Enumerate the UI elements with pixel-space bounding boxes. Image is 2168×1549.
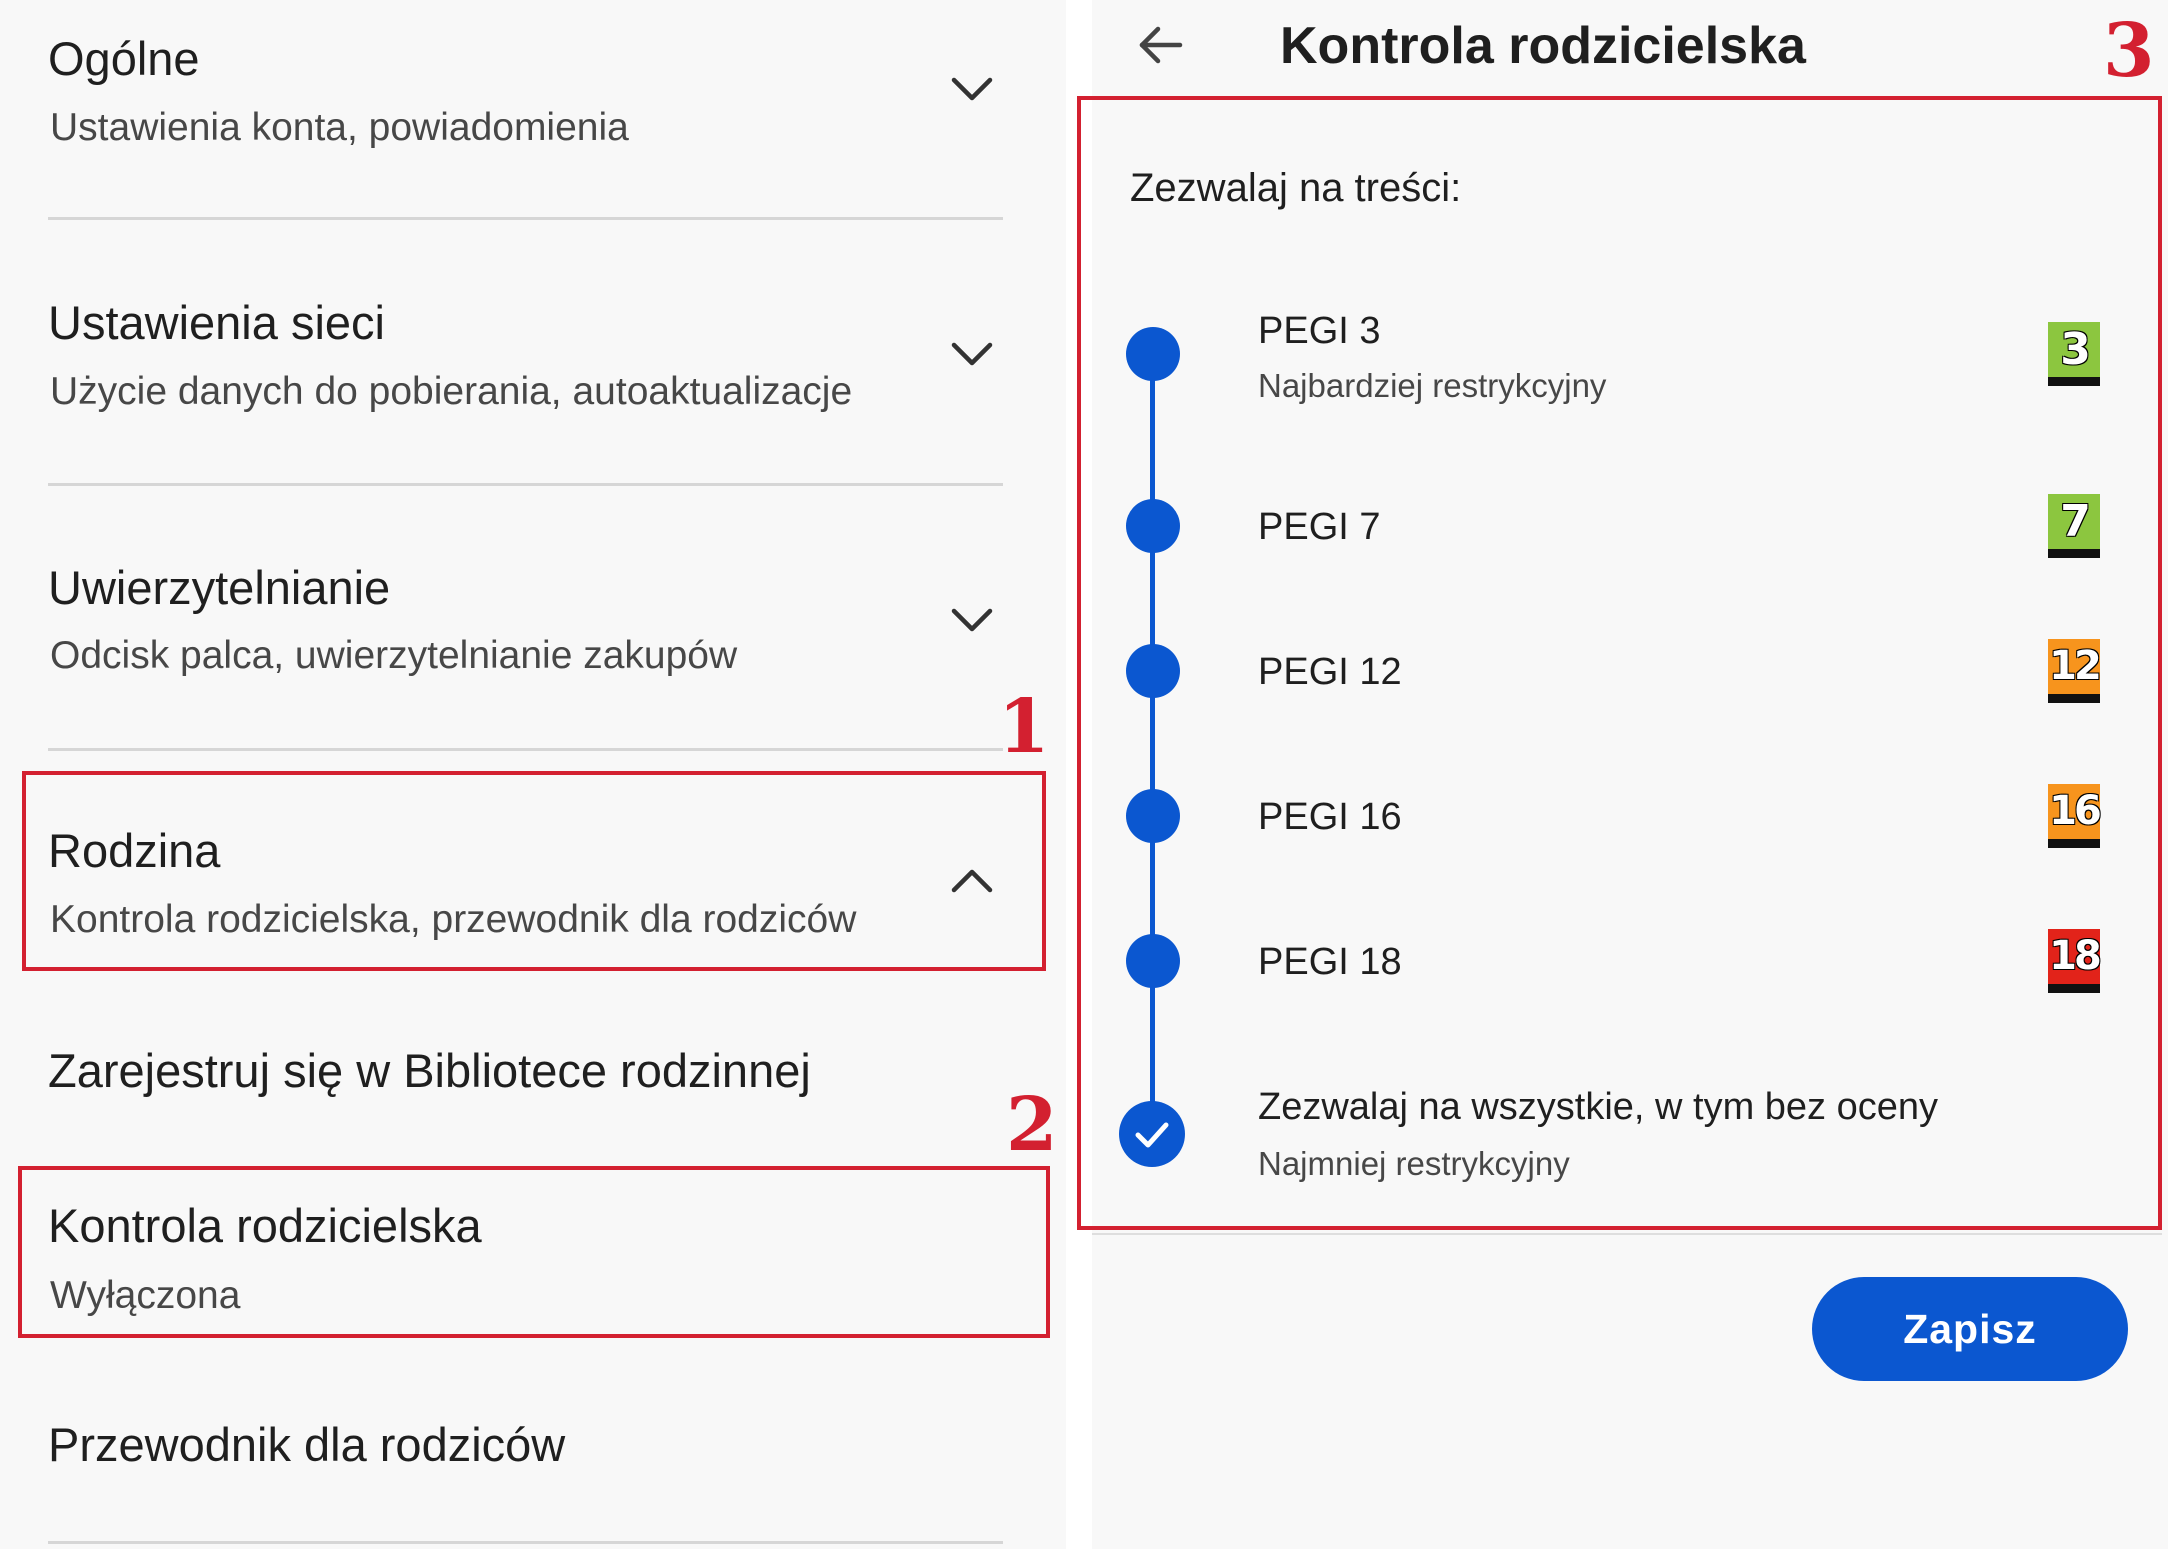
chevron-up-icon: [951, 869, 993, 893]
settings-item-subtitle: Ustawienia konta, powiadomienia: [50, 106, 629, 149]
settings-item-subtitle: Użycie danych do pobierania, autoaktuali…: [50, 370, 853, 413]
allow-content-label: Zezwalaj na treści:: [1130, 166, 1462, 210]
rating-option-subtitle: Najmniej restrykcyjny: [1258, 1145, 1570, 1182]
divider: [48, 748, 1003, 751]
rating-option-title: PEGI 16: [1258, 796, 1402, 838]
page-title: Kontrola rodzicielska: [1280, 17, 1806, 75]
rating-option-title: PEGI 18: [1258, 941, 1402, 983]
chevron-down-icon: [951, 342, 993, 366]
rating-slider-track[interactable]: [1150, 350, 1155, 1130]
settings-item-title: Ustawienia sieci: [48, 296, 385, 349]
rating-dot-pegi-16[interactable]: [1126, 789, 1180, 843]
parental-control-status: Wyłączona: [50, 1274, 241, 1317]
check-icon: [1135, 1122, 1169, 1148]
pegi-12-badge-icon: 12: [2048, 639, 2102, 703]
settings-item-title: Uwierzytelnianie: [48, 561, 391, 614]
rating-dot-pegi-3[interactable]: [1126, 327, 1180, 381]
save-button[interactable]: Zapisz: [1812, 1277, 2128, 1381]
rating-dot-pegi-18[interactable]: [1126, 934, 1180, 988]
divider: [48, 217, 1003, 220]
divider: [48, 1541, 1003, 1544]
chevron-down-icon: [951, 608, 993, 632]
rating-dot-allow-all[interactable]: [1119, 1101, 1185, 1167]
annotation-number-3: 3: [2103, 8, 2155, 94]
annotation-number-2: 2: [1006, 1082, 1058, 1168]
pegi-7-badge-icon: 7: [2048, 494, 2100, 558]
rating-option-title: PEGI 3: [1258, 310, 1381, 352]
chevron-down-icon: [951, 77, 993, 101]
rating-option-title: PEGI 7: [1258, 506, 1381, 548]
family-library-link[interactable]: Zarejestruj się w Bibliotece rodzinnej: [48, 1047, 811, 1094]
settings-item-family[interactable]: Rodzina Kontrola rodzicielska, przewodni…: [26, 775, 1042, 967]
settings-item-general[interactable]: Ogólne Ustawienia konta, powiadomienia: [0, 0, 1066, 215]
annotation-box-3: [1077, 96, 2162, 1230]
settings-item-title: Rodzina: [48, 824, 221, 877]
settings-item-subtitle: Odcisk palca, uwierzytelnianie zakupów: [50, 634, 738, 677]
rating-option-title: Zezwalaj na wszystkie, w tym bez oceny: [1258, 1086, 1939, 1128]
back-arrow-icon[interactable]: [1136, 20, 1186, 70]
annotation-number-1: 1: [998, 684, 1050, 770]
parental-control-item[interactable]: Kontrola rodzicielska Wyłączona: [22, 1170, 1046, 1334]
divider: [48, 483, 1003, 486]
rating-option-title: PEGI 12: [1258, 651, 1402, 693]
pegi-16-badge-icon: 16: [2048, 784, 2102, 848]
parents-guide-link[interactable]: Przewodnik dla rodziców: [48, 1421, 565, 1468]
rating-dot-pegi-7[interactable]: [1126, 499, 1180, 553]
rating-option-subtitle: Najbardziej restrykcyjny: [1258, 367, 1607, 404]
pegi-18-badge-icon: 18: [2048, 929, 2102, 993]
settings-item-network[interactable]: Ustawienia sieci Użycie danych do pobier…: [0, 222, 1066, 482]
pegi-3-badge-icon: 3: [2048, 322, 2100, 386]
rating-dot-pegi-12[interactable]: [1126, 644, 1180, 698]
settings-item-title: Ogólne: [48, 32, 200, 85]
parental-control-title: Kontrola rodzicielska: [48, 1199, 482, 1252]
settings-item-subtitle: Kontrola rodzicielska, przewodnik dla ro…: [50, 898, 857, 941]
settings-item-authentication[interactable]: Uwierzytelnianie Odcisk palca, uwierzyte…: [0, 488, 1066, 748]
divider: [1092, 1233, 2162, 1235]
